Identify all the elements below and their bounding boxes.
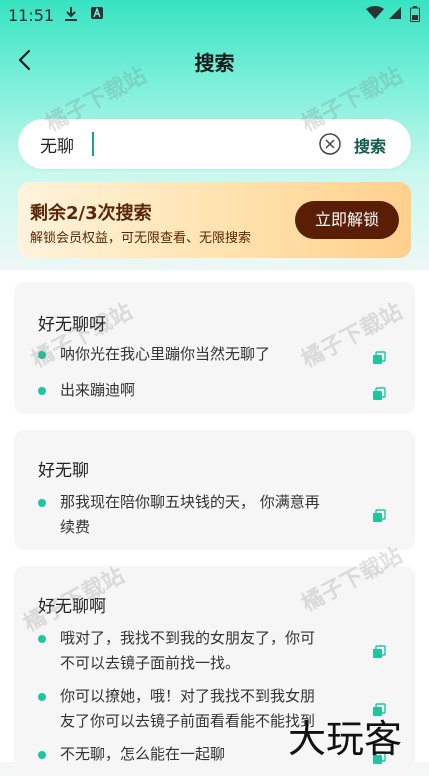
copy-icon[interactable]	[372, 350, 386, 364]
reply-text: 那我现在陪你聊五块钱的天， 你满意再	[60, 493, 320, 511]
result-title: 好无聊呀	[38, 315, 106, 335]
nav-bar: 搜索	[0, 40, 429, 80]
reply-text: 哦对了，我找不到我的女朋友了，你可	[60, 629, 316, 647]
bullet-dot	[38, 387, 46, 395]
reply-text: 不可以去镜子面前找一找。	[60, 654, 241, 672]
list-item: 哦对了，我找不到我的女朋友了，你可 不可以去镜子面前找一找。	[38, 626, 378, 678]
unlock-button[interactable]: 立即解锁	[295, 201, 399, 239]
brand-logo: 大玩客	[288, 717, 403, 761]
reply-text: 续费	[60, 518, 91, 536]
bullet-dot	[38, 693, 46, 701]
search-button[interactable]: 搜索	[354, 133, 386, 157]
status-time: 11:51	[8, 6, 55, 25]
remaining-search-count: 剩余2/3次搜索	[30, 203, 152, 224]
bullet-dot	[38, 499, 46, 507]
reply-text: 出来蹦迪啊	[60, 381, 136, 399]
clear-circle-icon[interactable]	[319, 133, 341, 155]
reply-text: 不无聊，怎么能在一起聊	[60, 745, 226, 763]
bullet-dot	[38, 351, 46, 359]
list-item: 出来蹦迪啊	[38, 378, 378, 404]
reply-text: 你可以撩她，哦！对了我找不到我女朋	[60, 687, 316, 705]
search-input[interactable]	[40, 132, 300, 156]
result-title: 好无聊	[38, 461, 89, 481]
bullet-dot	[38, 751, 46, 759]
status-bar: 11:51	[0, 0, 429, 32]
bullet-dot	[38, 635, 46, 643]
download-icon	[64, 6, 78, 26]
reply-text: 呐你光在我心里蹦你当然无聊了	[60, 345, 271, 363]
wifi-icon	[366, 6, 384, 24]
battery-icon	[410, 6, 420, 26]
signal-icon	[388, 6, 402, 24]
copy-icon[interactable]	[372, 508, 386, 522]
copy-icon[interactable]	[372, 386, 386, 400]
app-badge-icon	[90, 6, 104, 24]
list-item: 那我现在陪你聊五块钱的天， 你满意再 续费	[38, 490, 378, 542]
unlock-banner: 剩余2/3次搜索 解锁会员权益，可无限查看、无限搜索 立即解锁	[18, 182, 411, 258]
result-card: 好无聊 那我现在陪你聊五块钱的天， 你满意再 续费	[14, 430, 415, 550]
banner-subtitle: 解锁会员权益，可无限查看、无限搜索	[30, 231, 252, 246]
reply-text: 友了你可以去镜子前面看看能不能找到	[60, 712, 316, 730]
result-card: 好无聊呀 呐你光在我心里蹦你当然无聊了 出来蹦迪啊	[14, 282, 415, 414]
text-cursor	[92, 132, 94, 156]
copy-icon[interactable]	[372, 644, 386, 658]
page-title: 搜索	[194, 51, 235, 75]
result-title: 好无聊啊	[38, 597, 106, 617]
search-bar: 搜索	[18, 119, 411, 169]
list-item: 呐你光在我心里蹦你当然无聊了	[38, 342, 378, 368]
